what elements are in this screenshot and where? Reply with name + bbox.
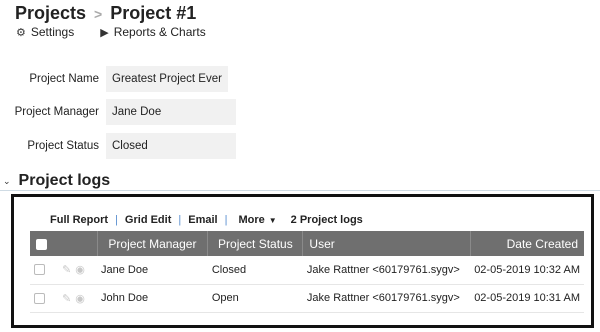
pencil-icon[interactable]: ✎ <box>62 263 71 276</box>
caret-down-icon: ▼ <box>268 215 277 225</box>
cell-user: Jake Rattner <60179761.sygv> <box>306 292 460 304</box>
full-report-button[interactable]: Full Report <box>50 214 108 226</box>
reports-charts-label: Reports & Charts <box>113 25 206 39</box>
row-checkbox[interactable] <box>34 292 45 304</box>
toolbar-divider: | <box>224 214 228 226</box>
breadcrumb-separator: > <box>94 5 103 22</box>
more-label: More <box>238 214 265 226</box>
project-manager-value: Jane Doe <box>106 99 236 125</box>
select-all-checkbox[interactable] <box>36 238 47 250</box>
settings-label: Settings <box>30 25 75 39</box>
project-manager-label: Project Manager <box>14 106 99 118</box>
project-manager-field: Project Manager Jane Doe <box>0 99 236 125</box>
reports-charts-link[interactable]: ▶ Reports & Charts <box>100 25 206 39</box>
cell-project-manager: John Doe <box>101 292 149 304</box>
toolbar-divider: | <box>178 214 182 226</box>
page-title: Project #1 <box>110 3 197 23</box>
eye-icon[interactable]: ◉ <box>75 263 85 276</box>
pencil-icon[interactable]: ✎ <box>62 292 71 305</box>
cell-date-created: 02-05-2019 10:31 AM <box>474 292 580 304</box>
cell-project-manager: Jane Doe <box>101 263 149 276</box>
project-name-value: Greatest Project Ever <box>106 66 228 92</box>
more-dropdown[interactable]: More ▼ <box>238 214 276 226</box>
column-user[interactable]: User <box>302 231 471 256</box>
column-project-manager[interactable]: Project Manager <box>96 231 208 256</box>
logs-count: 2 Project logs <box>290 214 363 226</box>
eye-icon[interactable]: ◉ <box>75 292 85 305</box>
logs-table: Project Manager Project Status User Date… <box>30 231 584 313</box>
row-checkbox[interactable] <box>34 264 45 276</box>
email-button[interactable]: Email <box>188 214 217 226</box>
cell-project-status: Closed <box>211 263 247 276</box>
cell-date-created: 02-05-2019 10:32 AM <box>474 263 580 276</box>
column-project-status[interactable]: Project Status <box>207 231 303 256</box>
project-logs-header[interactable]: ⌄ Project logs <box>0 172 110 190</box>
section-title: Project logs <box>18 172 111 189</box>
caret-right-icon: ▶ <box>100 26 109 39</box>
column-date-created[interactable]: Date Created <box>469 231 584 256</box>
breadcrumb-projects-link[interactable]: Projects <box>15 3 86 24</box>
chevron-down-icon[interactable]: ⌄ <box>3 176 11 187</box>
logs-toolbar: Full Report | Grid Edit | Email | More ▼… <box>50 214 363 226</box>
settings-link[interactable]: ⚙ Settings <box>16 25 74 39</box>
section-divider <box>0 190 600 191</box>
project-status-field: Project Status Closed <box>0 133 236 159</box>
project-name-field: Project Name Greatest Project Ever <box>0 66 228 92</box>
table-row: ✎ ◉ John Doe Open Jake Rattner <60179761… <box>30 284 584 312</box>
grid-edit-button[interactable]: Grid Edit <box>125 214 171 226</box>
row-controls: ✎ ◉ <box>30 284 97 312</box>
cell-user: Jake Rattner <60179761.sygv> <box>306 263 460 276</box>
select-all-cell <box>30 231 97 256</box>
row-controls: ✎ ◉ <box>30 256 97 284</box>
cell-project-status: Open <box>211 292 239 304</box>
table-header-row: Project Manager Project Status User Date… <box>30 231 584 256</box>
toolbar-divider: | <box>115 214 118 226</box>
project-name-label: Project Name <box>29 73 99 85</box>
project-status-label: Project Status <box>27 140 99 152</box>
sub-navigation: ⚙ Settings ▶ Reports & Charts <box>16 25 232 39</box>
project-logs-panel: Full Report | Grid Edit | Email | More ▼… <box>11 194 594 328</box>
gear-icon: ⚙ <box>16 26 26 39</box>
project-status-value: Closed <box>106 133 236 159</box>
table-row: ✎ ◉ Jane Doe Closed Jake Rattner <601797… <box>30 256 584 284</box>
breadcrumb: Projects > Project #1 <box>15 3 196 24</box>
